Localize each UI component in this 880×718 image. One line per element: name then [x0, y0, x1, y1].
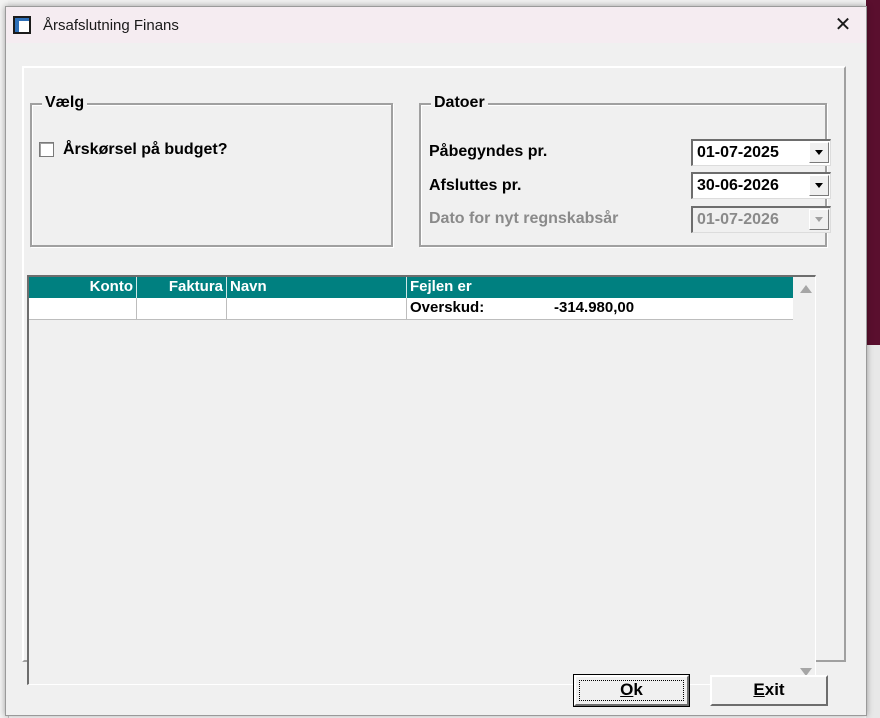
ok-button[interactable]: Ok [573, 674, 690, 707]
budget-checkbox-label[interactable]: Årskørsel på budget? [63, 141, 227, 159]
cell-navn[interactable] [227, 298, 407, 319]
dialog-client-area: Vælg Årskørsel på budget? Datoer Påbegyn… [22, 66, 846, 685]
app-window-icon [13, 16, 31, 34]
new-year-date-combo: 01-07-2026 [691, 206, 831, 233]
chevron-down-icon[interactable] [809, 175, 829, 196]
start-date-label: Påbegyndes pr. [429, 143, 548, 160]
chevron-down-icon [809, 209, 829, 230]
new-year-date-label: Dato for nyt regnskabsår [429, 210, 619, 227]
exit-button[interactable]: Exit [710, 675, 828, 706]
title-bar[interactable]: Årsafslutning Finans ✕ [6, 7, 866, 43]
datoer-legend: Datoer [431, 94, 488, 112]
grid-vertical-scrollbar[interactable] [795, 277, 815, 684]
end-date-combo[interactable]: 30-06-2026 [691, 172, 831, 199]
end-date-label: Afsluttes pr. [429, 177, 522, 194]
cell-fejlen-er[interactable]: Overskud: -314.980,00 [407, 298, 793, 319]
background-app-right-dark [866, 0, 880, 345]
error-amount-value: -314.980,00 [554, 299, 635, 316]
ok-focus-rect [579, 680, 684, 701]
budget-checkbox[interactable] [39, 142, 54, 157]
column-header-navn[interactable]: Navn [227, 277, 407, 298]
datoer-group: Datoer Påbegyndes pr. 01-07-2025 Afslutt… [419, 94, 831, 247]
close-icon: ✕ [834, 14, 852, 36]
dialog-window: Årsafslutning Finans ✕ Vælg Årskørsel på… [5, 6, 867, 716]
error-type-label: Overskud: [410, 299, 485, 316]
error-grid[interactable]: Konto Faktura Navn Fejlen er Overskud: -… [27, 275, 816, 685]
vaelg-legend: Vælg [42, 94, 88, 112]
cell-faktura[interactable] [137, 298, 227, 319]
exit-label-rest: xit [764, 680, 785, 699]
cell-konto[interactable] [29, 298, 137, 319]
window-title: Årsafslutning Finans [43, 17, 179, 34]
scroll-up-icon[interactable] [800, 285, 812, 293]
new-year-date-value: 01-07-2026 [697, 211, 779, 228]
column-header-konto[interactable]: Konto [29, 277, 137, 298]
end-date-value: 30-06-2026 [697, 177, 779, 194]
grid-header: Konto Faktura Navn Fejlen er [29, 277, 793, 298]
column-header-fejlen-er[interactable]: Fejlen er [407, 277, 793, 298]
table-row[interactable]: Overskud: -314.980,00 [29, 298, 793, 320]
close-button[interactable]: ✕ [824, 11, 862, 39]
column-header-faktura[interactable]: Faktura [137, 277, 227, 298]
start-date-combo[interactable]: 01-07-2025 [691, 139, 831, 166]
exit-mnemonic: E [753, 680, 765, 699]
chevron-down-icon[interactable] [809, 142, 829, 163]
vaelg-group: Vælg Årskørsel på budget? [30, 94, 393, 247]
start-date-value: 01-07-2025 [697, 144, 779, 161]
